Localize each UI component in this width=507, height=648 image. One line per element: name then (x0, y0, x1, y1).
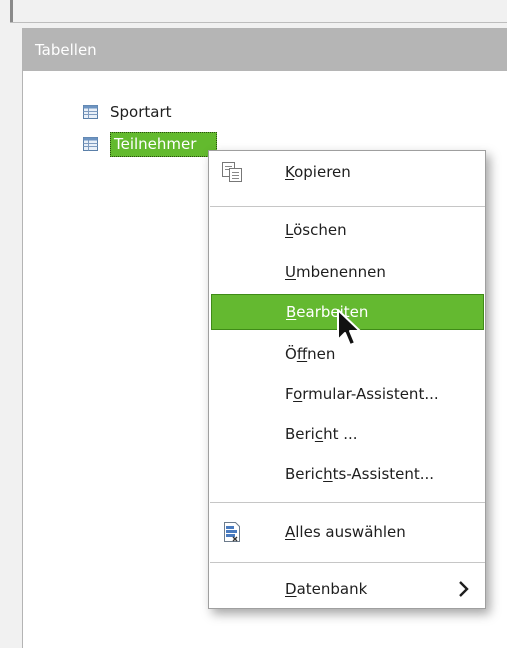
menu-item-delete[interactable]: Löschen (209, 212, 485, 248)
menu-separator (210, 502, 485, 503)
top-divider (10, 22, 507, 23)
menu-label-copy: Kopieren (285, 163, 351, 181)
menu-item-report[interactable]: Bericht ... (209, 416, 485, 452)
mouse-cursor-icon (337, 309, 361, 346)
panel-header: Tabellen (23, 29, 507, 71)
copy-icon (222, 162, 242, 182)
menu-separator (210, 206, 485, 207)
tree-item-label-selected: Teilnehmer (110, 131, 217, 157)
menu-item-database[interactable]: Datenbank (209, 571, 485, 607)
menu-item-select-all[interactable]: Alles auswählen (209, 514, 485, 550)
table-icon (83, 137, 98, 151)
tree-item-teilnehmer[interactable]: Teilnehmer (83, 131, 217, 157)
menu-label-database: Datenbank (285, 580, 368, 598)
menu-label-report: Bericht ... (285, 425, 358, 443)
select-all-icon (224, 522, 240, 542)
menu-label-select-all: Alles auswählen (285, 523, 406, 541)
menu-item-rename[interactable]: Umbenennen (209, 254, 485, 290)
table-icon (83, 105, 98, 119)
context-menu: Kopieren Löschen Umbenennen Bearbeiten Ö… (208, 150, 486, 609)
chevron-right-icon (459, 581, 469, 597)
menu-separator (210, 562, 485, 563)
menu-item-copy[interactable]: Kopieren (209, 154, 485, 190)
tree-item-sportart[interactable]: Sportart (83, 100, 172, 124)
menu-label-report-wizard: Berichts-Assistent... (285, 465, 435, 483)
menu-item-report-wizard[interactable]: Berichts-Assistent... (209, 456, 485, 492)
menu-label-open: Öffnen (285, 345, 336, 363)
tree-item-label: Sportart (110, 103, 172, 121)
menu-label-rename: Umbenennen (285, 263, 386, 281)
menu-label-form-wizard: Formular-Assistent... (285, 385, 439, 403)
splitter-handle[interactable] (10, 0, 13, 22)
menu-item-form-wizard[interactable]: Formular-Assistent... (209, 376, 485, 412)
menu-label-delete: Löschen (285, 221, 347, 239)
window-background: Tabellen Sportart Teilnehmer Kopieren Lö… (0, 0, 507, 648)
